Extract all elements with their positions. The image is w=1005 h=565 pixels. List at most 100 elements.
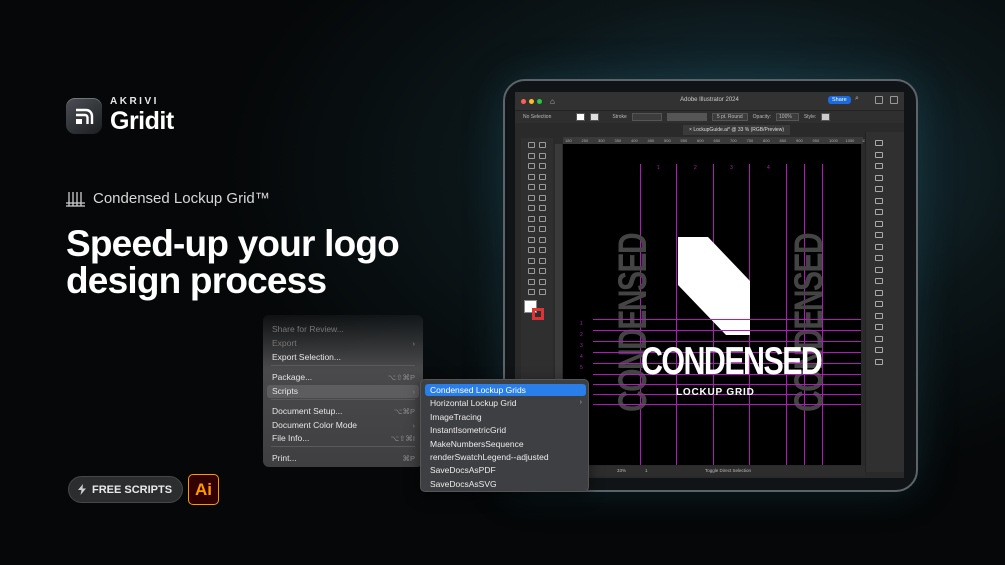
tool-icon[interactable] (539, 289, 546, 295)
ruler-label: 1050 (845, 138, 855, 143)
tool-icon[interactable] (539, 236, 546, 243)
panel-icon[interactable] (875, 209, 883, 215)
script-item[interactable]: ImageTracing (425, 411, 586, 423)
script-item[interactable]: SaveDocsAsSVG (425, 478, 586, 490)
ruler-label: 400 (631, 138, 638, 143)
zoom-level[interactable]: 33% (617, 468, 626, 473)
file-menu-item[interactable]: Export › (272, 337, 415, 349)
panel-icon[interactable] (875, 186, 883, 192)
menu-item-label: File Info... (272, 433, 310, 443)
tool-icon[interactable] (528, 142, 535, 148)
panel-icon[interactable] (875, 163, 883, 169)
script-item[interactable]: Condensed Lockup Grids (425, 384, 586, 396)
panel-icon[interactable] (875, 335, 883, 342)
panel-icon[interactable] (875, 255, 883, 261)
script-item[interactable]: SaveDocsAsPDF (425, 464, 586, 476)
variable-width-field[interactable] (666, 113, 707, 121)
file-menu-item[interactable]: Share for Review... (272, 323, 415, 335)
tool-icon[interactable] (528, 152, 535, 159)
document-tab-label: LockupGuide.ai* @ 33 % (RGB/Preview) (693, 127, 784, 133)
file-menu-item[interactable]: Document Color Mode › (272, 419, 415, 431)
script-item[interactable]: InstantIsometricGrid (425, 424, 586, 436)
gridit-logo-icon (66, 97, 102, 134)
tool-icon[interactable] (539, 205, 546, 211)
fill-stroke-widget[interactable] (524, 300, 546, 320)
file-menu-item[interactable]: Scripts › (272, 385, 415, 397)
row-number: 1 (580, 321, 583, 327)
row-guide (593, 384, 861, 385)
panel-icon[interactable] (875, 243, 883, 250)
menu-item-shortcut: ⌥⇧⌘P (387, 372, 415, 382)
fill-swatch[interactable] (576, 113, 586, 121)
ruler-label: 700 (730, 138, 737, 143)
stroke-swatch[interactable] (590, 113, 600, 121)
ruler-label: 600 (697, 138, 704, 143)
ruler-label: 450 (647, 138, 655, 143)
tool-icon[interactable] (528, 163, 535, 169)
tool-icon[interactable] (528, 173, 535, 180)
panel-icon[interactable] (875, 266, 883, 273)
panel-icon[interactable] (875, 301, 883, 307)
panel-icon[interactable] (875, 140, 883, 146)
panel-icon[interactable] (875, 278, 883, 284)
free-scripts-badge[interactable]: FREE SCRIPTS (68, 476, 184, 503)
artboard-canvas[interactable]: 1 2 3 4 CONDENSED CONDENSED 1 2 3 4 5 CO… (563, 144, 861, 465)
tool-icon[interactable] (528, 236, 535, 243)
tool-icon[interactable] (539, 215, 546, 222)
tool-icon[interactable] (539, 173, 546, 180)
brush-field[interactable]: 5 pt. Round (711, 113, 748, 121)
tool-icon[interactable] (539, 268, 546, 274)
tool-icon[interactable] (539, 152, 546, 159)
share-button[interactable]: Share (828, 96, 851, 104)
opacity-field[interactable]: 100% (776, 113, 799, 121)
panel-icon[interactable] (875, 358, 883, 365)
tool-icon[interactable] (528, 268, 535, 274)
panel-icon[interactable] (875, 197, 883, 204)
page-number[interactable]: 1 (645, 468, 648, 473)
tool-icon[interactable] (528, 289, 535, 295)
tool-icon[interactable] (539, 257, 546, 264)
script-item[interactable]: MakeNumbersSequence (425, 438, 586, 450)
tool-icon[interactable] (528, 257, 535, 264)
tool-icon[interactable] (528, 194, 535, 201)
panel-icon[interactable] (875, 312, 883, 319)
column-number: 2 (694, 165, 697, 171)
panel-icon[interactable] (875, 151, 883, 158)
stroke-weight-field[interactable] (631, 113, 662, 121)
tool-icon[interactable] (528, 247, 535, 253)
document-tab[interactable]: × LockupGuide.ai* @ 33 % (RGB/Preview) (683, 125, 790, 135)
style-swatch[interactable] (821, 113, 831, 121)
stroke-label: Stroke (612, 114, 627, 120)
file-menu-item[interactable]: Document Setup... ⌥⌘P (272, 405, 415, 417)
tool-icon[interactable] (528, 215, 535, 222)
tool-icon[interactable] (539, 163, 546, 169)
panel-icon[interactable] (875, 220, 883, 227)
file-menu-item[interactable]: File Info... ⌥⇧⌘I (272, 432, 415, 444)
product-name: Condensed Lockup Grid™ (93, 190, 270, 207)
tool-icon[interactable] (528, 278, 535, 285)
panel-toggle-icon[interactable] (890, 96, 898, 104)
tool-icon[interactable] (539, 184, 546, 190)
panel-icon[interactable] (875, 347, 883, 353)
panel-icon[interactable] (875, 174, 883, 181)
panel-icon[interactable] (875, 324, 883, 330)
tool-icon[interactable] (539, 194, 546, 201)
search-icon[interactable]: ⌕ (855, 95, 859, 103)
tool-icon[interactable] (539, 278, 546, 285)
file-menu-item[interactable]: Print... ⌘P (272, 452, 415, 464)
script-item[interactable]: renderSwatchLegend--adjusted (425, 451, 586, 463)
panel-icon[interactable] (875, 232, 883, 238)
file-menu-item[interactable]: Package... ⌥⇧⌘P (272, 371, 415, 383)
tool-icon[interactable] (528, 184, 535, 190)
file-menu-item[interactable]: Export Selection... (272, 351, 415, 363)
script-item[interactable]: Horizontal Lockup Grid › (425, 397, 586, 409)
tool-icon[interactable] (539, 247, 546, 253)
panel-icon[interactable] (875, 289, 883, 296)
ruler-label: 800 (763, 138, 770, 143)
arrange-icon[interactable] (875, 96, 883, 104)
tool-icon[interactable] (528, 205, 535, 211)
tool-icon[interactable] (528, 226, 535, 232)
tool-icon[interactable] (539, 226, 546, 232)
tool-icon[interactable] (539, 142, 546, 148)
ruler-label: 750 (746, 138, 754, 143)
